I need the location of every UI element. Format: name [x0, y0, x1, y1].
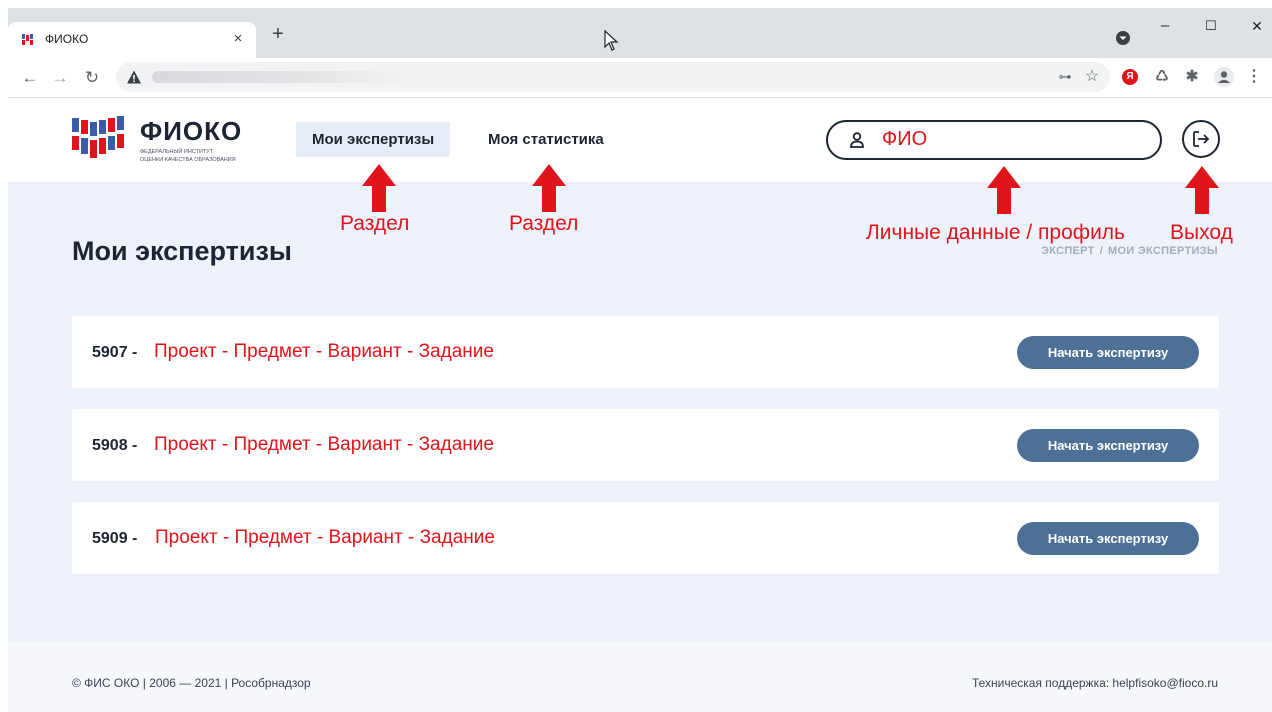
breadcrumb-item-my-expertises: Мои экспертизы	[1108, 245, 1218, 257]
start-expertise-button[interactable]: Начать экспертизу	[1017, 429, 1199, 462]
footer-copyright: © ФИС ОКО | 2006 — 2021 | Рособрнадзор	[72, 676, 311, 690]
maximize-button[interactable]: ☐	[1196, 16, 1226, 36]
password-key-icon[interactable]: ⊶	[1056, 68, 1074, 86]
logo-subtitle-line1: Федеральный институт	[140, 149, 214, 155]
reload-button[interactable]: ↻	[80, 64, 104, 92]
fioco-logo-mark-icon	[72, 116, 124, 158]
fioco-logo[interactable]: ФИОКО Федеральный институт оценки качест…	[72, 114, 262, 164]
recycle-extension-icon[interactable]: ♺	[1152, 67, 1172, 87]
main-content: Мои экспертизы Эксперт / Мои экспертизы 59…	[8, 182, 1272, 642]
close-tab-icon[interactable]: ×	[228, 29, 248, 49]
yandex-extension-icon[interactable]: Я	[1122, 69, 1138, 85]
annotation-arrow-up-icon	[1185, 166, 1219, 214]
logo-subtitle-line2: оценки качества образования	[140, 157, 236, 163]
breadcrumb-separator: /	[1099, 245, 1104, 257]
footer-support[interactable]: Техническая поддержка: helpfisoko@fioco.…	[972, 676, 1218, 690]
start-expertise-button[interactable]: Начать экспертизу	[1017, 522, 1199, 555]
expertise-name: Проект - Предмет - Вариант - Задание	[155, 527, 495, 548]
browser-toolbar: ← → ↻ ⊶ ☆ Я ♺ ✱ ⋮	[8, 58, 1272, 98]
new-tab-button[interactable]: +	[266, 22, 290, 46]
annotation-arrow-up-icon	[532, 164, 566, 212]
expertise-row: 5908 - Проект - Предмет - Вариант - Зада…	[72, 409, 1219, 481]
nav-tab-my-statistics[interactable]: Моя статистика	[472, 122, 620, 157]
breadcrumb: Эксперт / Мои экспертизы	[1041, 245, 1218, 257]
page-title: Мои экспертизы	[72, 236, 292, 266]
logout-button[interactable]	[1182, 120, 1220, 158]
expertise-row: 5907 - Проект - Предмет - Вариант - Зада…	[72, 316, 1219, 388]
site-header: ФИОКО Федеральный институт оценки качест…	[8, 98, 1272, 182]
logo-subtitle: Федеральный институт оценки качества обр…	[140, 148, 270, 164]
site-footer: © ФИС ОКО | 2006 — 2021 | Рособрнадзор Т…	[8, 642, 1272, 712]
profile-field[interactable]: ФИО	[826, 120, 1162, 160]
expertise-id: 5907 -	[92, 344, 138, 361]
nav-tab-my-expertises[interactable]: Мои экспертизы	[296, 122, 451, 157]
annotation-logout-label: Выход	[1170, 221, 1233, 244]
annotation-arrow-up-icon	[987, 166, 1021, 214]
mouse-cursor-icon	[604, 30, 619, 51]
logo-title: ФИОКО	[140, 116, 243, 146]
address-bar[interactable]: ⊶ ☆	[116, 62, 1110, 92]
breadcrumb-item-expert[interactable]: Эксперт	[1041, 245, 1095, 257]
profile-name: ФИО	[882, 128, 928, 150]
back-button[interactable]: ←	[18, 64, 42, 92]
user-icon	[850, 132, 864, 148]
expertise-name: Проект - Предмет - Вариант - Задание	[154, 434, 494, 455]
close-window-button[interactable]: ✕	[1242, 16, 1272, 36]
warning-icon	[127, 70, 141, 84]
expertise-id: 5908 -	[92, 437, 138, 454]
tab-search-icon[interactable]	[1114, 29, 1132, 47]
browser-tab[interactable]: ФИОКО ×	[8, 22, 256, 58]
bookmark-star-icon[interactable]: ☆	[1082, 67, 1102, 87]
extensions-puzzle-icon[interactable]: ✱	[1182, 67, 1202, 87]
fioco-favicon-icon	[22, 34, 33, 45]
blurred-url	[152, 71, 412, 83]
expertise-name: Проект - Предмет - Вариант - Задание	[154, 341, 494, 362]
annotation-section-label: Раздел	[340, 212, 410, 235]
browser-tab-title: ФИОКО	[45, 32, 89, 46]
logout-icon	[1193, 131, 1210, 147]
annotation-profile-label: Личные данные / профиль	[866, 221, 1125, 244]
browser-menu-icon[interactable]: ⋮	[1244, 67, 1264, 87]
annotation-arrow-up-icon	[362, 164, 396, 212]
annotation-section-label: Раздел	[509, 212, 579, 235]
expertise-id: 5909 -	[92, 530, 138, 547]
expertise-row: 5909 - Проект - Предмет - Вариант - Зада…	[72, 502, 1219, 574]
user-profile-icon[interactable]	[1214, 67, 1234, 87]
minimize-button[interactable]: –	[1150, 16, 1180, 36]
forward-button[interactable]: →	[48, 64, 72, 92]
start-expertise-button[interactable]: Начать экспертизу	[1017, 336, 1199, 369]
